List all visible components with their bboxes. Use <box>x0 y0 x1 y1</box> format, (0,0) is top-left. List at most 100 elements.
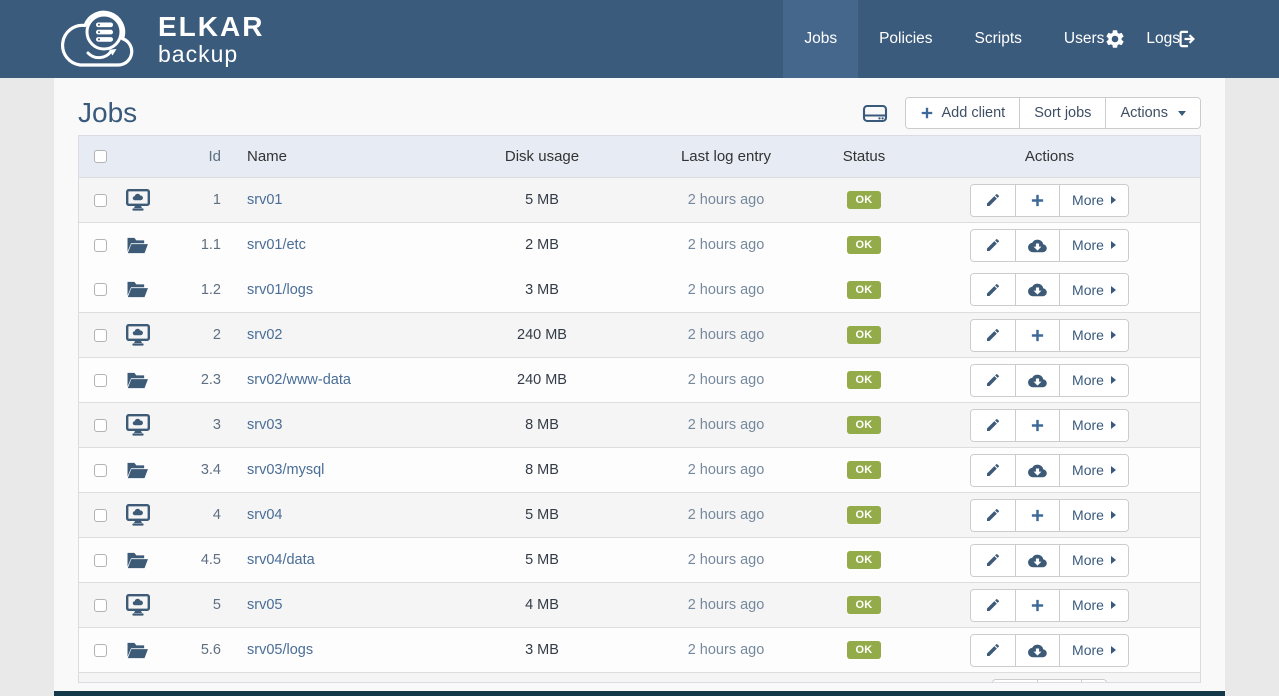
computer-cloud-icon <box>121 594 165 616</box>
more-button[interactable]: More <box>1059 545 1128 576</box>
actions-label: Actions <box>1120 105 1168 121</box>
status-cell: OK <box>829 641 899 659</box>
job-id: 1 <box>165 192 221 208</box>
job-name-link[interactable]: srv03/mysql <box>247 462 324 478</box>
plus-icon <box>920 106 934 120</box>
row-checkbox[interactable] <box>94 374 107 387</box>
more-label: More <box>1072 372 1104 388</box>
status-cell: OK <box>829 281 899 299</box>
logout-button[interactable] <box>1151 0 1223 78</box>
edit-button[interactable] <box>971 365 1015 396</box>
row-action-group: More <box>970 499 1129 532</box>
status-cell: OK <box>829 326 899 344</box>
more-button[interactable]: More <box>1059 185 1128 216</box>
nav-item-jobs[interactable]: Jobs <box>783 0 858 78</box>
logo-line1: ELKAR <box>158 13 264 41</box>
status-badge: OK <box>847 461 880 479</box>
add-job-button[interactable] <box>1015 500 1059 531</box>
pencil-icon <box>985 372 1001 388</box>
job-id: 1.1 <box>165 237 221 253</box>
disk-usage-value: 3 MB <box>461 282 623 298</box>
edit-button[interactable] <box>971 185 1015 216</box>
job-name-cell: srv01/etc <box>221 237 461 253</box>
sort-jobs-button[interactable]: Sort jobs <box>1019 98 1105 128</box>
edit-button[interactable] <box>971 274 1015 305</box>
nav-item-scripts[interactable]: Scripts <box>954 0 1043 78</box>
more-button[interactable]: More <box>1059 410 1128 441</box>
more-button[interactable]: More <box>1059 455 1128 486</box>
job-name-link[interactable]: srv04 <box>247 507 282 523</box>
nav-item-policies[interactable]: Policies <box>858 0 953 78</box>
job-name-link[interactable]: srv01/logs <box>247 282 313 298</box>
job-name-link[interactable]: srv01/etc <box>247 237 306 253</box>
restore-button[interactable] <box>1015 545 1059 576</box>
edit-button[interactable] <box>971 590 1015 621</box>
table-row: 4.5srv04/data5 MB2 hours agoOKMore <box>79 537 1200 582</box>
row-checkbox[interactable] <box>94 239 107 252</box>
more-button[interactable]: More <box>1059 230 1128 261</box>
row-checkbox[interactable] <box>94 464 107 477</box>
job-name-link[interactable]: srv01 <box>247 192 282 208</box>
disk-usage-icon[interactable] <box>862 102 888 125</box>
table-row: 5srv054 MB2 hours agoOKMore <box>79 582 1200 627</box>
job-name-link[interactable]: srv03 <box>247 417 282 433</box>
restore-button[interactable] <box>1015 455 1059 486</box>
row-checkbox[interactable] <box>94 554 107 567</box>
row-checkbox-cell <box>79 599 121 612</box>
add-job-button[interactable] <box>1015 320 1059 351</box>
row-action-group: More <box>970 634 1129 667</box>
actions-cell: More <box>899 229 1200 262</box>
last-log-entry: 2 hours ago <box>623 237 829 253</box>
row-checkbox[interactable] <box>94 283 107 296</box>
disk-usage-value: 5 MB <box>461 552 623 568</box>
caret-down-icon <box>1178 111 1186 116</box>
edit-button[interactable] <box>971 545 1015 576</box>
row-checkbox[interactable] <box>94 599 107 612</box>
row-checkbox[interactable] <box>94 329 107 342</box>
restore-button[interactable] <box>1015 365 1059 396</box>
add-job-button[interactable] <box>1015 185 1059 216</box>
gear-icon <box>1104 28 1126 50</box>
actions-cell: More <box>899 499 1200 532</box>
edit-button[interactable] <box>971 320 1015 351</box>
more-button[interactable]: More <box>1059 500 1128 531</box>
edit-button[interactable] <box>971 500 1015 531</box>
table-row: 4srv045 MB2 hours agoOKMore <box>79 492 1200 537</box>
restore-button[interactable] <box>1015 635 1059 666</box>
select-all-checkbox[interactable] <box>94 150 107 163</box>
table-row: 1.1srv01/etc2 MB2 hours agoOKMore <box>79 222 1200 267</box>
more-button[interactable]: More <box>1059 320 1128 351</box>
actions-cell: More <box>899 319 1200 352</box>
edit-button[interactable] <box>971 230 1015 261</box>
add-job-button[interactable] <box>1015 410 1059 441</box>
edit-button[interactable] <box>971 455 1015 486</box>
job-name-link[interactable]: srv02 <box>247 327 282 343</box>
more-button[interactable]: More <box>1059 274 1128 305</box>
more-button[interactable]: More <box>1059 635 1128 666</box>
job-name-link[interactable]: srv02/www-data <box>247 372 351 388</box>
status-badge: OK <box>847 596 880 614</box>
actions-dropdown-button[interactable]: Actions <box>1105 98 1200 128</box>
edit-button[interactable] <box>971 635 1015 666</box>
row-checkbox[interactable] <box>94 509 107 522</box>
add-icon <box>1030 328 1045 343</box>
add-client-button[interactable]: Add client <box>906 98 1020 128</box>
add-job-button[interactable] <box>1015 590 1059 621</box>
disk-usage-value: 8 MB <box>461 462 623 478</box>
row-checkbox[interactable] <box>94 194 107 207</box>
job-name-link[interactable]: srv04/data <box>247 552 315 568</box>
table-header: Id Name Disk usage Last log entry Status… <box>79 136 1200 177</box>
edit-button[interactable] <box>971 410 1015 441</box>
more-button[interactable]: More <box>1059 365 1128 396</box>
row-checkbox[interactable] <box>94 644 107 657</box>
job-name-link[interactable]: srv05/logs <box>247 642 313 658</box>
row-checkbox[interactable] <box>94 419 107 432</box>
job-name-link[interactable]: srv05 <box>247 597 282 613</box>
add-client-label: Add client <box>942 105 1006 121</box>
restore-button[interactable] <box>1015 274 1059 305</box>
status-cell: OK <box>829 551 899 569</box>
more-button[interactable]: More <box>1059 590 1128 621</box>
settings-button[interactable] <box>1079 0 1151 78</box>
restore-button[interactable] <box>1015 230 1059 261</box>
folder-icon <box>121 280 165 299</box>
